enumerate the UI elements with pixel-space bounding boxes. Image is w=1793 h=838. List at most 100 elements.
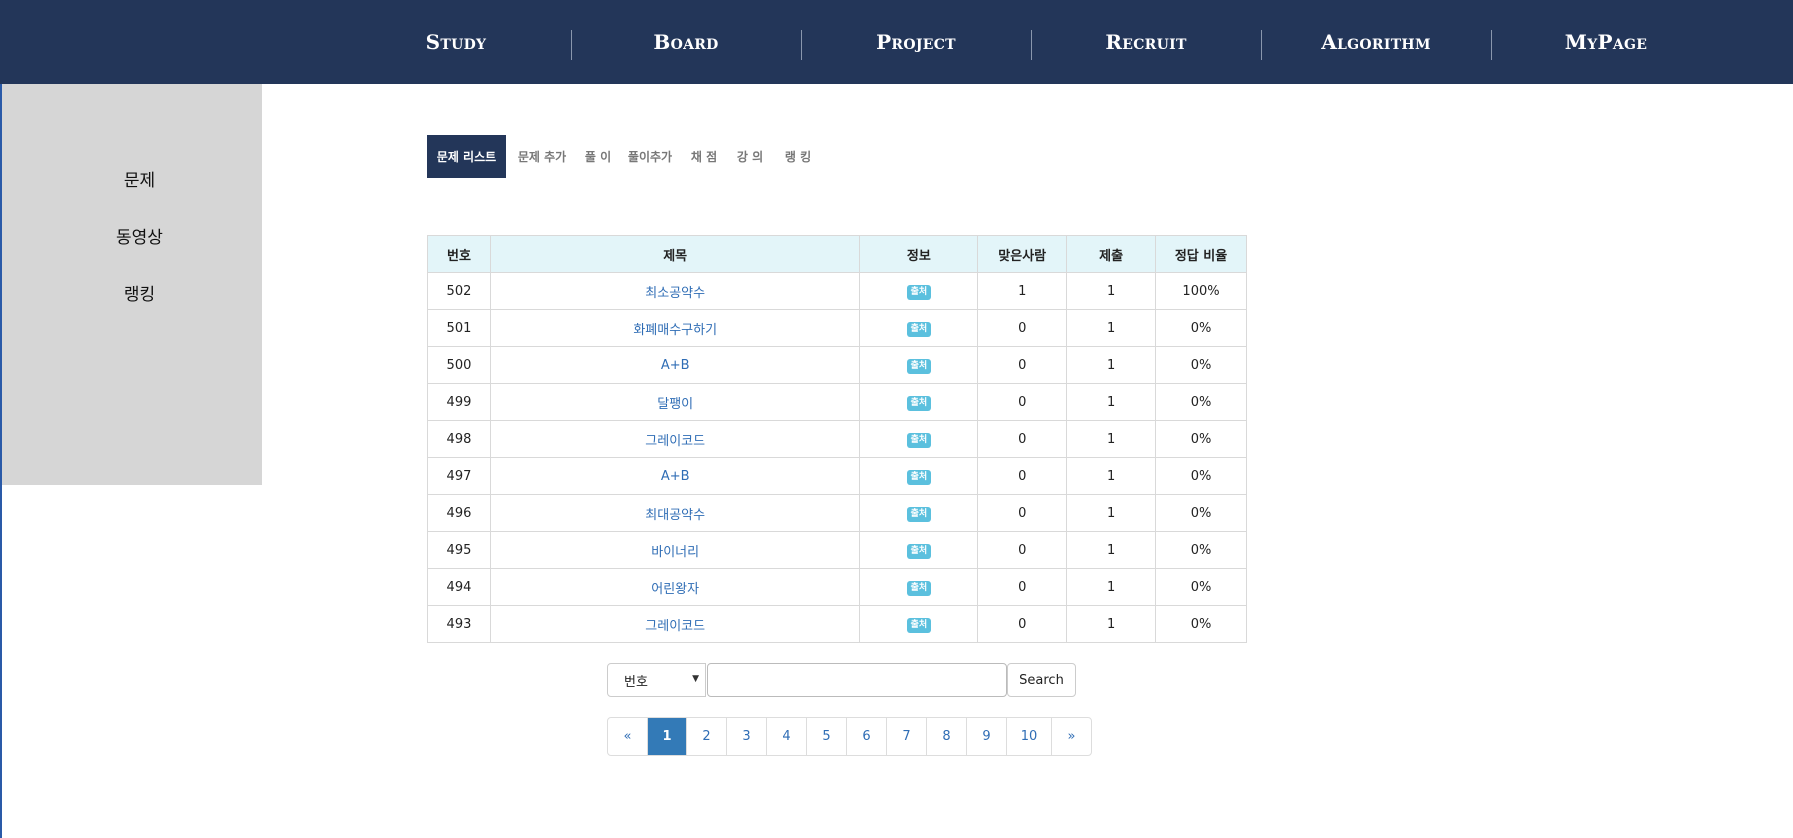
problem-title-link[interactable]: 바이너리 <box>489 531 861 569</box>
page-next-button[interactable]: » <box>1052 718 1091 755</box>
source-badge[interactable]: 출처 <box>906 321 932 337</box>
problem-title-link[interactable]: A+B <box>489 346 861 384</box>
table-header-row: 번호 제목 정보 맞은사람 제출 정답 비율 <box>427 235 1247 273</box>
correct-ratio: 0% <box>1155 457 1247 495</box>
source-badge[interactable]: 출처 <box>906 284 932 300</box>
problem-title-link[interactable]: 달팽이 <box>489 383 861 421</box>
submit-count: 1 <box>1066 494 1157 532</box>
correct-ratio: 0% <box>1155 568 1247 606</box>
problem-title-link[interactable]: 화폐매수구하기 <box>489 309 861 347</box>
correct-ratio: 0% <box>1155 346 1247 384</box>
correct-count: 0 <box>977 568 1068 606</box>
column-header-ratio[interactable]: 정답 비율 <box>1155 235 1247 273</box>
source-badge[interactable]: 출처 <box>906 469 932 485</box>
tab-grading[interactable]: 채 점 <box>682 135 726 178</box>
column-header-submit[interactable]: 제출 <box>1066 235 1157 273</box>
correct-count: 0 <box>977 457 1068 495</box>
submit-count: 1 <box>1066 309 1157 347</box>
table-row: 497 A+B 출처 0 1 0% <box>427 457 1247 495</box>
page-button-1[interactable]: 1 <box>648 718 687 755</box>
correct-ratio: 100% <box>1155 272 1247 310</box>
table-row: 500 A+B 출처 0 1 0% <box>427 346 1247 384</box>
correct-count: 0 <box>977 605 1068 643</box>
page-button-7[interactable]: 7 <box>887 718 927 755</box>
source-badge[interactable]: 출처 <box>906 506 932 522</box>
source-badge[interactable]: 출처 <box>906 395 932 411</box>
problem-title-link[interactable]: 최소공약수 <box>489 272 861 310</box>
source-badge[interactable]: 출처 <box>906 432 932 448</box>
source-badge[interactable]: 출처 <box>906 543 932 559</box>
problem-title-link[interactable]: 그레이코드 <box>489 605 861 643</box>
table-row: 493 그레이코드 출처 0 1 0% <box>427 605 1247 643</box>
problem-number: 501 <box>427 309 491 347</box>
page-button-3[interactable]: 3 <box>727 718 767 755</box>
problem-title-link[interactable]: 최대공약수 <box>489 494 861 532</box>
search-field-value: 번호 <box>624 674 648 690</box>
correct-count: 0 <box>977 531 1068 569</box>
correct-count: 0 <box>977 309 1068 347</box>
column-header-info[interactable]: 정보 <box>859 235 979 273</box>
submit-count: 1 <box>1066 605 1157 643</box>
correct-ratio: 0% <box>1155 605 1247 643</box>
nav-algorithm[interactable]: Algorithm <box>1261 0 1491 84</box>
column-header-correct[interactable]: 맞은사람 <box>977 235 1068 273</box>
column-header-title[interactable]: 제목 <box>489 235 861 273</box>
table-row: 502 최소공약수 출처 1 1 100% <box>427 272 1247 310</box>
tab-problem-list[interactable]: 문제 리스트 <box>427 135 506 178</box>
sidebar-item-problems[interactable]: 문제 <box>2 166 277 191</box>
problem-title-link[interactable]: 그레이코드 <box>489 420 861 458</box>
sidebar-item-videos[interactable]: 동영상 <box>2 223 277 248</box>
problem-title-link[interactable]: 어린왕자 <box>489 568 861 606</box>
submit-count: 1 <box>1066 272 1157 310</box>
table-row: 501 화폐매수구하기 출처 0 1 0% <box>427 309 1247 347</box>
page-button-4[interactable]: 4 <box>767 718 807 755</box>
nav-study[interactable]: Study <box>341 0 571 84</box>
sidebar-item-ranking[interactable]: 랭킹 <box>2 280 277 305</box>
page-button-5[interactable]: 5 <box>807 718 847 755</box>
table-row: 495 바이너리 출처 0 1 0% <box>427 531 1247 569</box>
search-field-select[interactable]: 번호 ▼ <box>607 663 706 697</box>
table-row: 494 어린왕자 출처 0 1 0% <box>427 568 1247 606</box>
problem-number: 502 <box>427 272 491 310</box>
problem-info-cell: 출처 <box>859 309 979 347</box>
source-badge[interactable]: 출처 <box>906 617 932 633</box>
pagination: « 1 2 3 4 5 6 7 8 9 10 » <box>607 717 1092 756</box>
tab-add-solution[interactable]: 풀이추가 <box>618 135 682 178</box>
problem-number: 500 <box>427 346 491 384</box>
page-prev-button[interactable]: « <box>608 718 648 755</box>
nav-board[interactable]: Board <box>571 0 801 84</box>
source-badge[interactable]: 출처 <box>906 580 932 596</box>
problem-info-cell: 출처 <box>859 457 979 495</box>
column-header-number[interactable]: 번호 <box>427 235 491 273</box>
correct-count: 0 <box>977 383 1068 421</box>
search-button[interactable]: Search <box>1007 663 1076 697</box>
submit-count: 1 <box>1066 457 1157 495</box>
page-button-6[interactable]: 6 <box>847 718 887 755</box>
problem-info-cell: 출처 <box>859 531 979 569</box>
problem-info-cell: 출처 <box>859 383 979 421</box>
tab-lectures[interactable]: 강 의 <box>726 135 774 178</box>
nav-mypage[interactable]: MyPage <box>1491 0 1721 84</box>
nav-project[interactable]: Project <box>801 0 1031 84</box>
page-button-10[interactable]: 10 <box>1007 718 1052 755</box>
problem-title-link[interactable]: A+B <box>489 457 861 495</box>
page-button-8[interactable]: 8 <box>927 718 967 755</box>
tab-ranking[interactable]: 랭 킹 <box>774 135 822 178</box>
tab-add-problem[interactable]: 문제 추가 <box>506 135 578 178</box>
problem-info-cell: 출처 <box>859 420 979 458</box>
correct-count: 0 <box>977 420 1068 458</box>
source-badge[interactable]: 출처 <box>906 358 932 374</box>
problem-info-cell: 출처 <box>859 568 979 606</box>
submit-count: 1 <box>1066 383 1157 421</box>
search-input[interactable] <box>707 663 1007 697</box>
table-row: 498 그레이코드 출처 0 1 0% <box>427 420 1247 458</box>
sidebar: 문제 동영상 랭킹 <box>2 84 262 485</box>
nav-recruit[interactable]: Recruit <box>1031 0 1261 84</box>
table-row: 499 달팽이 출처 0 1 0% <box>427 383 1247 421</box>
page-button-9[interactable]: 9 <box>967 718 1007 755</box>
tab-solutions[interactable]: 풀 이 <box>578 135 618 178</box>
correct-ratio: 0% <box>1155 494 1247 532</box>
top-navigation-bar: Study Board Project Recruit Algorithm My… <box>0 0 1793 84</box>
table-row: 496 최대공약수 출처 0 1 0% <box>427 494 1247 532</box>
page-button-2[interactable]: 2 <box>687 718 727 755</box>
